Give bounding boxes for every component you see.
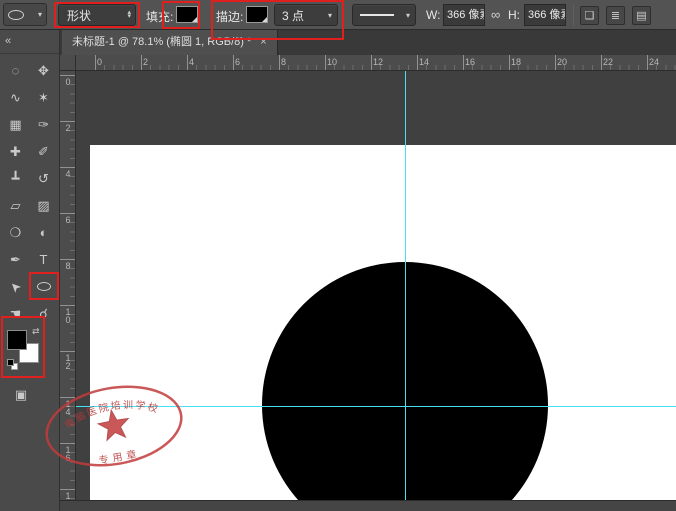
ruler-label: 0: [63, 77, 73, 85]
chevron-down-icon: ▾: [406, 11, 410, 20]
move-tool[interactable]: ✥: [31, 58, 57, 83]
stroke-type-dropdown[interactable]: ▾: [352, 4, 416, 26]
ruler-label: 8: [281, 57, 286, 67]
eraser-tool[interactable]: ▱: [3, 193, 29, 218]
white-arrow-icon: ➤: [6, 277, 25, 296]
ruler-label: 14: [419, 57, 429, 67]
height-label: H:: [508, 8, 520, 22]
ruler-label: 18: [511, 57, 521, 67]
quick-mask-icon[interactable]: ▣: [9, 384, 33, 406]
annotation-box-stroke: [211, 0, 344, 40]
ruler-label: 4: [63, 169, 73, 177]
path-arrange-icon[interactable]: ▤: [632, 6, 651, 25]
ruler-label: 2: [143, 57, 148, 67]
ruler-label: 2: [63, 123, 73, 131]
eyedropper-tool[interactable]: ✑: [31, 112, 57, 137]
chevron-down-icon: ▾: [38, 10, 42, 19]
lasso-tool[interactable]: ∿: [3, 85, 29, 110]
pen-tool[interactable]: ✒: [3, 247, 29, 272]
ruler-label: 4: [189, 57, 194, 67]
photoshop-window: ▾ 形状 ▴▾ 填充: 描边: 3 点 ▾ ▾ W: 366 像素 ∞ H: 3…: [0, 0, 676, 511]
magic-wand-tool[interactable]: ✶: [31, 85, 57, 110]
horizontal-ruler[interactable]: 0 2 4 6 8 10 12 14 16 18 20 22 24: [76, 55, 676, 71]
ruler-label: 24: [649, 57, 659, 67]
watermark-stamp: 电脑医院培训学校 专用章: [36, 378, 192, 474]
link-dimensions-icon[interactable]: ∞: [491, 7, 500, 22]
separator: [573, 4, 574, 26]
width-label: W:: [426, 8, 440, 22]
ruler-label: 12: [63, 353, 73, 369]
ruler-label: 20: [557, 57, 567, 67]
clone-stamp-tool[interactable]: ┻: [3, 166, 29, 191]
crop-tool[interactable]: ▦: [3, 112, 29, 137]
healing-brush-tool[interactable]: ✚: [3, 139, 29, 164]
ruler-label: 10: [63, 307, 73, 323]
ruler-label: 12: [373, 57, 383, 67]
annotation-box-color-swatches: [1, 316, 45, 378]
ruler-corner[interactable]: [60, 55, 76, 71]
elliptical-marquee-tool[interactable]: ◌: [3, 58, 29, 83]
ellipse-preset-icon: [8, 10, 24, 20]
collapse-panel-icon[interactable]: «: [0, 30, 59, 54]
annotation-box-ellipse-tool: [29, 272, 59, 300]
annotation-box-shape-mode: [54, 2, 140, 28]
blur-tool[interactable]: ❍: [3, 220, 29, 245]
path-operations-icon[interactable]: ❏: [580, 6, 599, 25]
path-selection-tool[interactable]: ➤: [3, 274, 29, 299]
tool-preset-picker[interactable]: ▾: [3, 3, 47, 26]
gradient-tool[interactable]: ▨: [31, 193, 57, 218]
ruler-label: 10: [327, 57, 337, 67]
shape-width-field[interactable]: 366 像素: [443, 4, 485, 26]
brush-tool[interactable]: ✐: [31, 139, 57, 164]
ruler-label: 16: [465, 57, 475, 67]
ruler-label: 6: [63, 215, 73, 223]
type-tool[interactable]: T: [31, 247, 57, 272]
history-brush-tool[interactable]: ↺: [31, 166, 57, 191]
document-tab-bar: 未标题-1 @ 78.1% (椭圆 1, RGB/8) *×: [60, 30, 676, 55]
horizontal-scrollbar[interactable]: [60, 500, 676, 511]
ruler-label: 8: [63, 261, 73, 269]
vertical-guide[interactable]: [405, 71, 406, 500]
ruler-label: 22: [603, 57, 613, 67]
dodge-tool[interactable]: ◐: [31, 220, 57, 245]
path-alignment-icon[interactable]: ≣: [606, 6, 625, 25]
annotation-box-fill: [162, 1, 200, 29]
shape-height-field[interactable]: 366 像素: [524, 4, 566, 26]
ruler-label: 0: [97, 57, 102, 67]
ruler-label: 6: [235, 57, 240, 67]
solid-line-icon: [360, 14, 394, 16]
